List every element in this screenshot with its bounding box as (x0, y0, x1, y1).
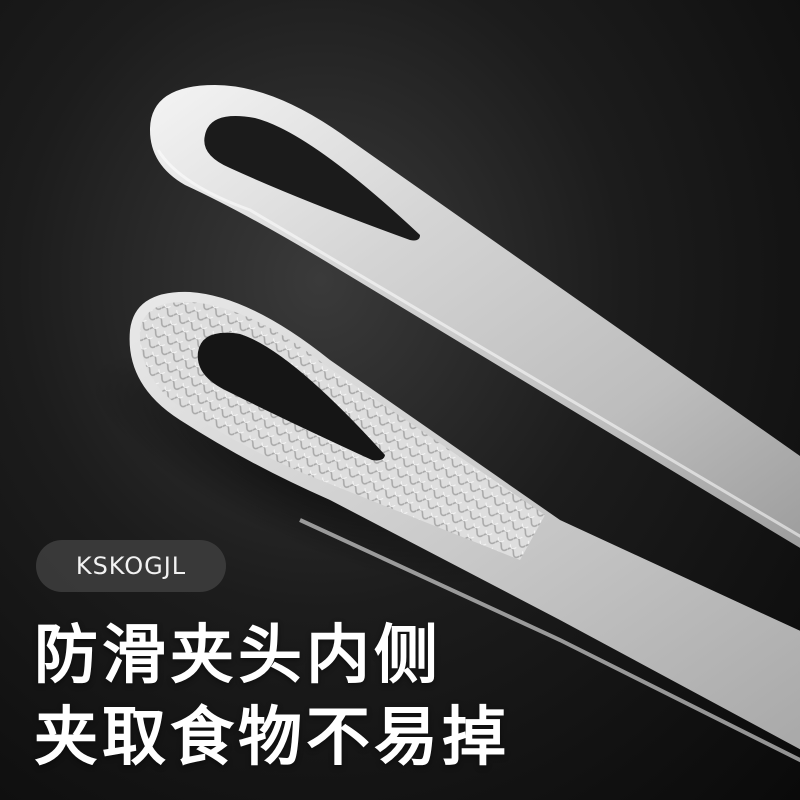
brand-badge: KSKOGJL (36, 540, 226, 592)
brand-name: KSKOGJL (75, 552, 187, 580)
lower-tong-arm (129, 291, 800, 763)
headline-line-1: 防滑夹头内侧 (34, 619, 442, 693)
product-photo: KSKOGJL 防滑夹头内侧 夹取食物不易掉 (0, 0, 800, 800)
headline-line-2: 夹取食物不易掉 (34, 701, 510, 775)
